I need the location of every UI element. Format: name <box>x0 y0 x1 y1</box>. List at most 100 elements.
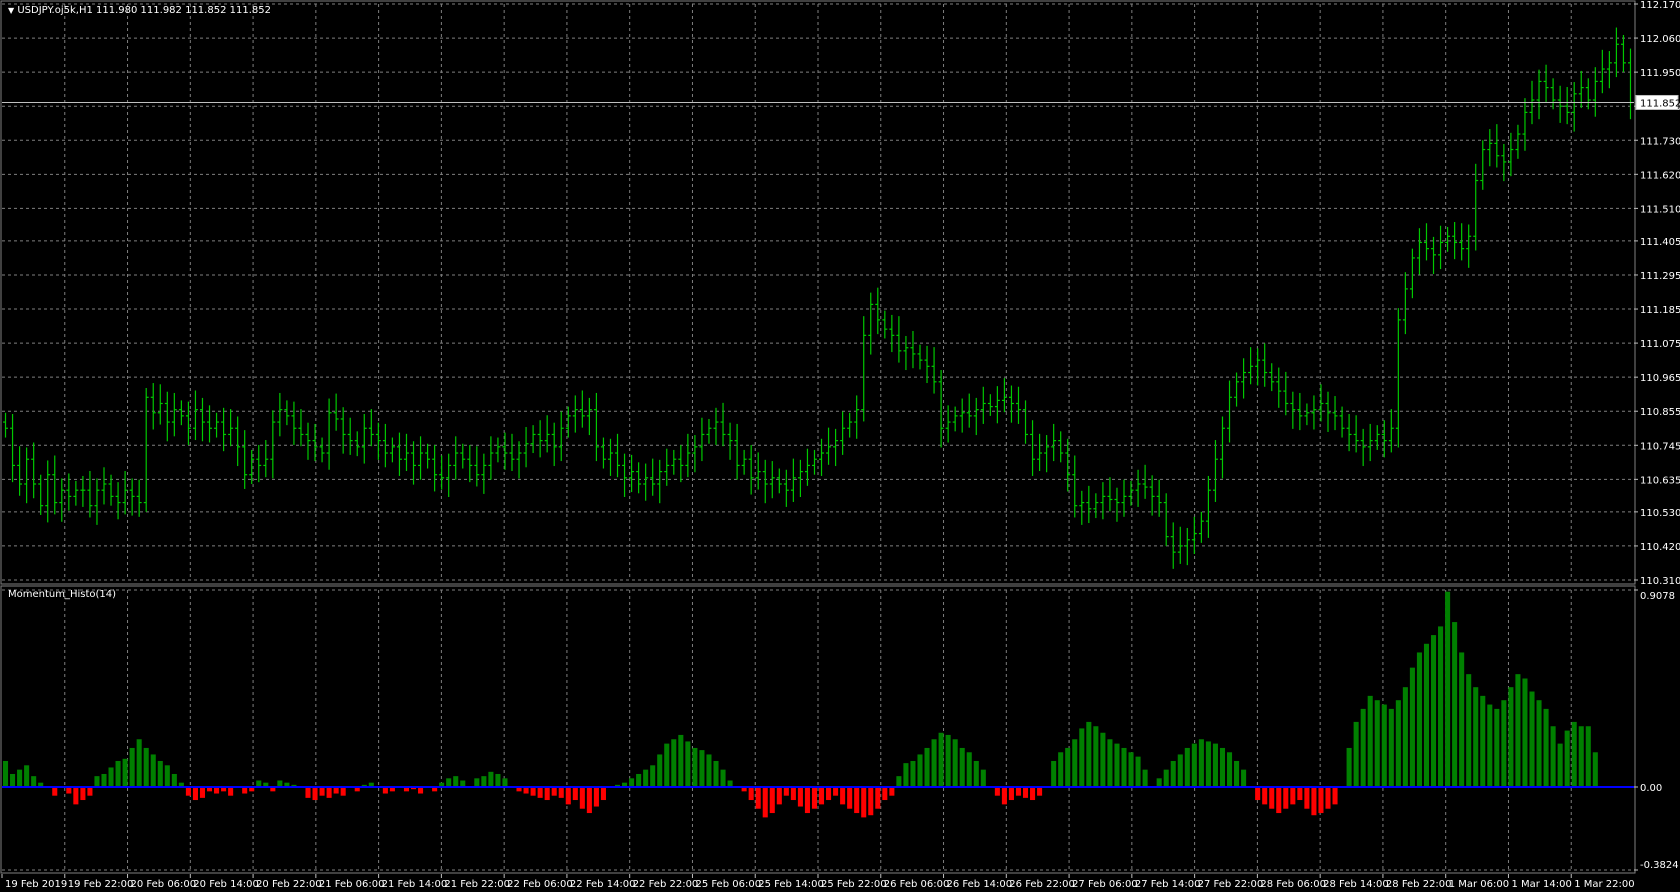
momentum-bar <box>896 776 902 788</box>
time-label: 22 Feb 14:00 <box>570 879 636 890</box>
price-level-label: 111.620 <box>1640 170 1680 181</box>
momentum-bar <box>1234 760 1240 788</box>
momentum-bar <box>1480 695 1486 788</box>
current-price-tag: 111.852 <box>1635 94 1680 110</box>
momentum-bar <box>185 787 191 796</box>
momentum-bar <box>17 769 23 788</box>
momentum-bar <box>1452 622 1458 788</box>
momentum-bar <box>706 754 712 788</box>
momentum-bar <box>966 752 972 788</box>
momentum-bar <box>87 787 93 796</box>
momentum-bar <box>143 747 149 788</box>
momentum-bar <box>1051 760 1057 788</box>
price-level-label: 111.185 <box>1640 305 1680 316</box>
momentum-bar <box>685 741 691 788</box>
momentum-bar <box>565 787 571 805</box>
momentum-bar <box>446 778 452 788</box>
momentum-bar <box>1276 787 1282 814</box>
time-label: 19 Feb 2019 <box>5 879 67 890</box>
momentum-bar <box>903 763 909 788</box>
chart-title[interactable]: ▼ USDJPY.oj5k,H1 111.980 111.982 111.852… <box>8 5 271 17</box>
momentum-bar <box>24 765 30 788</box>
momentum-bar <box>1501 700 1507 788</box>
momentum-bar <box>1395 700 1401 788</box>
chart-canvas[interactable]: 112.170112.060111.950111.840111.730111.6… <box>0 0 1680 892</box>
momentum-bar <box>319 787 325 796</box>
momentum-bar <box>1550 726 1556 788</box>
price-level-label: 110.965 <box>1640 373 1680 384</box>
momentum-bar <box>1030 787 1036 801</box>
momentum-bar <box>1536 700 1542 788</box>
momentum-bar <box>1022 787 1029 798</box>
momentum-bar <box>952 739 958 788</box>
momentum-bar <box>1388 708 1394 788</box>
momentum-bar <box>1205 741 1211 788</box>
time-label: 22 Feb 22:00 <box>633 879 699 890</box>
momentum-bar <box>1346 747 1352 788</box>
momentum-bar <box>776 787 782 805</box>
momentum-bar <box>600 787 606 801</box>
momentum-bar <box>1290 787 1296 805</box>
momentum-bar <box>558 787 564 798</box>
momentum-bar <box>1318 787 1324 814</box>
momentum-bar <box>1529 691 1535 788</box>
momentum-bar <box>2 760 9 788</box>
momentum-bar <box>1121 747 1127 788</box>
momentum-bar <box>769 787 775 814</box>
momentum-bar <box>643 769 649 788</box>
momentum-bar <box>636 773 642 788</box>
momentum-bar <box>762 787 768 818</box>
price-level-label: 112.170 <box>1640 0 1680 11</box>
momentum-bar <box>804 787 810 814</box>
momentum-bar <box>1156 778 1162 788</box>
momentum-bar <box>586 787 592 814</box>
momentum-bar <box>199 787 206 798</box>
momentum-bar <box>657 754 663 788</box>
price-level-label: 111.075 <box>1640 339 1680 350</box>
momentum-bar <box>1578 726 1584 788</box>
dropdown-triangle-icon[interactable]: ▼ <box>8 6 14 15</box>
momentum-bar <box>629 778 635 788</box>
time-label: 27 Feb 14:00 <box>1135 879 1201 890</box>
momentum-bar <box>811 787 818 809</box>
price-level-label: 111.405 <box>1640 237 1680 248</box>
time-label: 26 Feb 06:00 <box>884 879 950 890</box>
indicator-level-label: 0.9078 <box>1640 591 1675 602</box>
momentum-bar <box>1100 732 1106 788</box>
momentum-bar <box>1374 700 1380 788</box>
momentum-bar <box>1219 747 1226 788</box>
momentum-bar <box>1311 787 1317 816</box>
momentum-bar <box>1163 769 1169 788</box>
momentum-bar <box>797 787 803 807</box>
momentum-bar <box>1212 743 1218 788</box>
momentum-bar <box>1262 787 1268 805</box>
momentum-bar <box>931 739 937 788</box>
momentum-bar <box>228 787 234 796</box>
momentum-bar <box>1008 787 1014 801</box>
momentum-bar <box>1297 787 1303 801</box>
price-level-label: 111.510 <box>1640 204 1680 215</box>
time-label: 20 Feb 06:00 <box>131 879 197 890</box>
momentum-bar <box>861 787 867 818</box>
momentum-bar <box>502 778 508 788</box>
momentum-bar <box>678 734 684 788</box>
momentum-bar <box>748 787 754 801</box>
momentum-bar <box>1564 730 1570 788</box>
time-label: 1 Mar 06:00 <box>1449 879 1509 890</box>
momentum-bar <box>1423 643 1430 788</box>
price-level-label: 110.420 <box>1640 542 1680 553</box>
indicator-title: Momentum_Histo(14) <box>8 589 117 600</box>
momentum-bar <box>1459 652 1465 788</box>
momentum-bar <box>1072 739 1078 788</box>
time-label: 20 Feb 14:00 <box>193 879 259 890</box>
momentum-bar <box>1128 752 1134 788</box>
momentum-bar <box>171 773 177 788</box>
momentum-bar <box>973 760 979 788</box>
momentum-bar <box>994 787 1000 796</box>
momentum-bar <box>474 778 480 788</box>
momentum-bar <box>1508 687 1514 788</box>
momentum-bar <box>122 758 128 788</box>
momentum-bar <box>783 787 789 796</box>
momentum-bar <box>164 765 170 788</box>
momentum-bar <box>1226 752 1233 788</box>
